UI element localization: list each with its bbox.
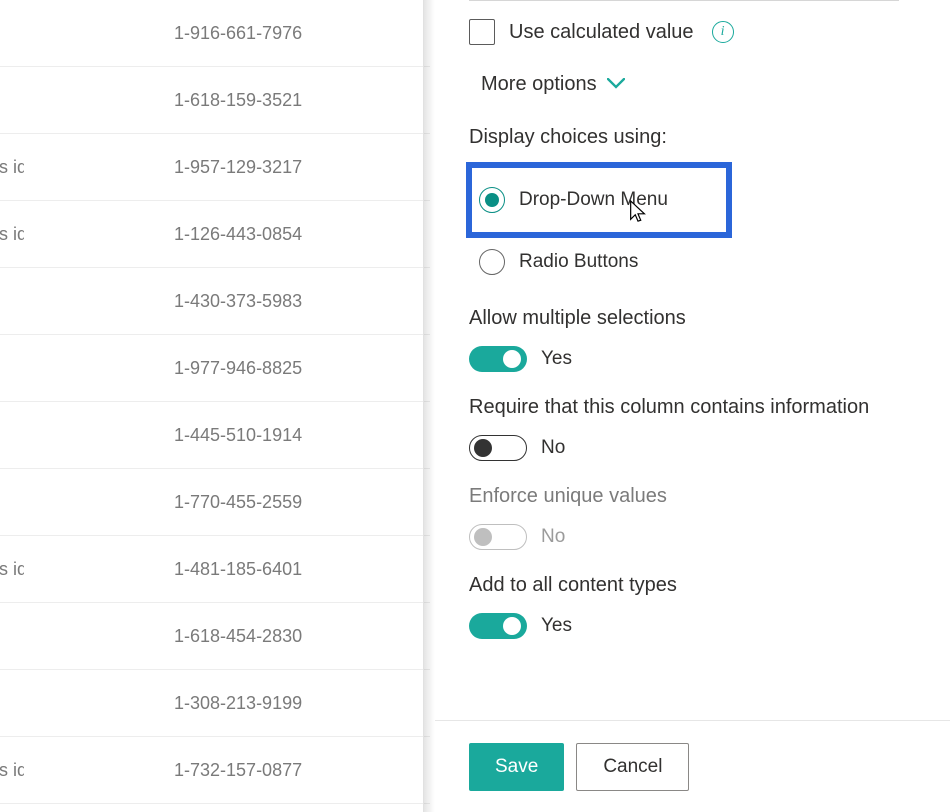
cell-text: rhoncus ides (0, 760, 24, 781)
list-row[interactable]: 1-430-373-5983 (0, 268, 430, 335)
allow-multiple-value: Yes (541, 348, 572, 370)
panel-divider (423, 0, 435, 812)
cell-phone: 1-977-946-8825 (174, 358, 302, 379)
list-row[interactable]: 1-916-661-7976 (0, 0, 430, 67)
require-label: Require that this column contains inform… (469, 396, 889, 419)
use-calculated-row: Use calculated value i (469, 19, 916, 45)
display-choices-group: Drop-Down Menu Radio Buttons (469, 165, 916, 283)
cell-phone: 1-445-510-1914 (174, 425, 302, 446)
panel-footer: Save Cancel (435, 720, 950, 812)
display-choices-label: Display choices using: (469, 126, 916, 149)
list-row[interactable]: 1-308-213-9199 (0, 670, 430, 737)
allow-multiple-row: Yes (469, 346, 916, 372)
column-settings-panel: Use calculated value i More options Disp… (435, 0, 950, 812)
save-button[interactable]: Save (469, 743, 564, 791)
require-row: No (469, 435, 916, 461)
more-options-toggle[interactable]: More options (481, 73, 625, 96)
enforce-unique-row: No (469, 524, 916, 550)
require-value: No (541, 437, 565, 459)
use-calculated-checkbox[interactable] (469, 19, 495, 45)
background-list: 1-916-661-7976 1-618-159-3521 rhoncus id… (0, 0, 430, 812)
cell-phone: 1-957-129-3217 (174, 157, 302, 178)
cell-phone: 1-618-159-3521 (174, 90, 302, 111)
separator (469, 0, 899, 1)
cell-phone: 1-618-454-2830 (174, 626, 302, 647)
cell-phone: 1-916-661-7976 (174, 23, 302, 44)
cell-phone: 1-126-443-0854 (174, 224, 302, 245)
enforce-unique-toggle (469, 524, 527, 550)
radio-label: Radio Buttons (519, 251, 638, 273)
enforce-unique-label: Enforce unique values (469, 485, 916, 508)
use-calculated-label: Use calculated value (509, 21, 694, 44)
list-row[interactable]: 1-618-454-2830 (0, 603, 430, 670)
radio-option-radio-buttons[interactable]: Radio Buttons (469, 241, 729, 283)
allow-multiple-label: Allow multiple selections (469, 307, 916, 330)
cell-text: rhoncus ides (0, 224, 24, 245)
content-types-row: Yes (469, 613, 916, 639)
cell-phone: 1-430-373-5983 (174, 291, 302, 312)
list-row[interactable]: 1-770-455-2559 (0, 469, 430, 536)
enforce-unique-value: No (541, 526, 565, 548)
panel-body: Use calculated value i More options Disp… (435, 0, 950, 720)
require-toggle[interactable] (469, 435, 527, 461)
info-icon[interactable]: i (712, 21, 734, 43)
list-row[interactable]: rhoncus ides 1-481-185-6401 (0, 536, 430, 603)
list-row[interactable]: 1-618-159-3521 (0, 67, 430, 134)
content-types-value: Yes (541, 615, 572, 637)
cell-phone: 1-732-157-0877 (174, 760, 302, 781)
cell-text: rhoncus ides (0, 157, 24, 178)
more-options-label: More options (481, 73, 597, 96)
radio-label: Drop-Down Menu (519, 189, 668, 211)
chevron-down-icon (607, 73, 625, 96)
radio-option-dropdown[interactable]: Drop-Down Menu (469, 165, 729, 235)
cell-text: rhoncus ides (0, 559, 24, 580)
cell-phone: 1-770-455-2559 (174, 492, 302, 513)
list-row[interactable]: 1-977-946-8825 (0, 335, 430, 402)
content-types-toggle[interactable] (469, 613, 527, 639)
list-row[interactable]: 1-445-510-1914 (0, 402, 430, 469)
cancel-button[interactable]: Cancel (576, 743, 689, 791)
list-row[interactable]: rhoncus ides 1-957-129-3217 (0, 134, 430, 201)
allow-multiple-toggle[interactable] (469, 346, 527, 372)
list-row[interactable]: rhoncus ides 1-732-157-0877 (0, 737, 430, 804)
radio-icon (479, 187, 505, 213)
list-row[interactable]: rhoncus ides 1-126-443-0854 (0, 201, 430, 268)
radio-icon (479, 249, 505, 275)
cell-phone: 1-481-185-6401 (174, 559, 302, 580)
cell-phone: 1-308-213-9199 (174, 693, 302, 714)
content-types-label: Add to all content types (469, 574, 916, 597)
